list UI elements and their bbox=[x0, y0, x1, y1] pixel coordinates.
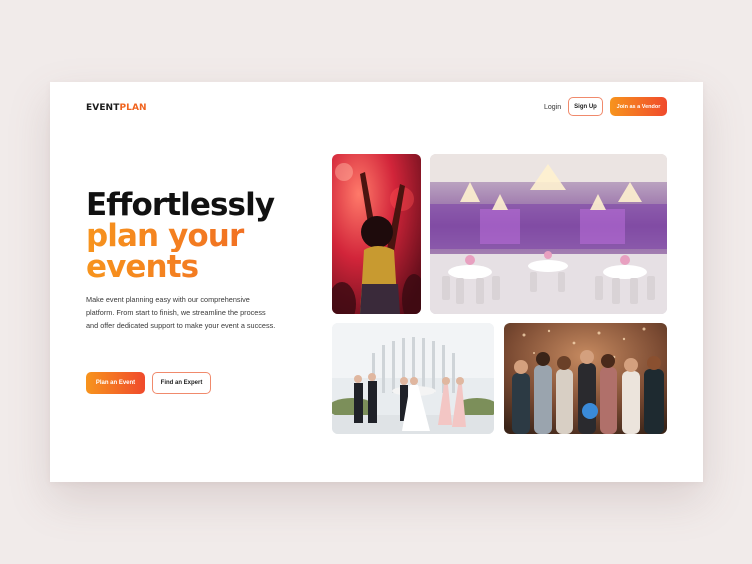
celebration-group-photo bbox=[504, 323, 667, 434]
sign-up-button[interactable]: Sign Up bbox=[568, 97, 603, 116]
banquet-hall-photo bbox=[430, 154, 667, 314]
wedding-ceremony-photo bbox=[332, 323, 494, 434]
plan-event-button[interactable]: Plan an Event bbox=[86, 372, 145, 394]
join-vendor-button[interactable]: Join as a Vendor bbox=[610, 97, 667, 116]
logo-plan-text: PLAN bbox=[119, 103, 147, 113]
find-expert-button[interactable]: Find an Expert bbox=[152, 372, 211, 394]
logo-event-text: EVENT bbox=[86, 103, 120, 113]
hero-description: Make event planning easy with our compre… bbox=[86, 295, 276, 330]
brand-logo[interactable]: EVENTPLAN bbox=[86, 103, 147, 113]
headline-line-1: Effortlessly bbox=[86, 187, 275, 223]
login-link[interactable]: Login bbox=[544, 103, 561, 112]
hero-headline: Effortlessly plan your events bbox=[86, 187, 275, 283]
headline-line-2: plan your bbox=[86, 221, 274, 252]
party-photo bbox=[332, 154, 421, 314]
landing-page-card: EVENTPLAN Login Sign Up Join as a Vendor… bbox=[50, 82, 703, 482]
headline-line-3: events bbox=[86, 252, 274, 283]
